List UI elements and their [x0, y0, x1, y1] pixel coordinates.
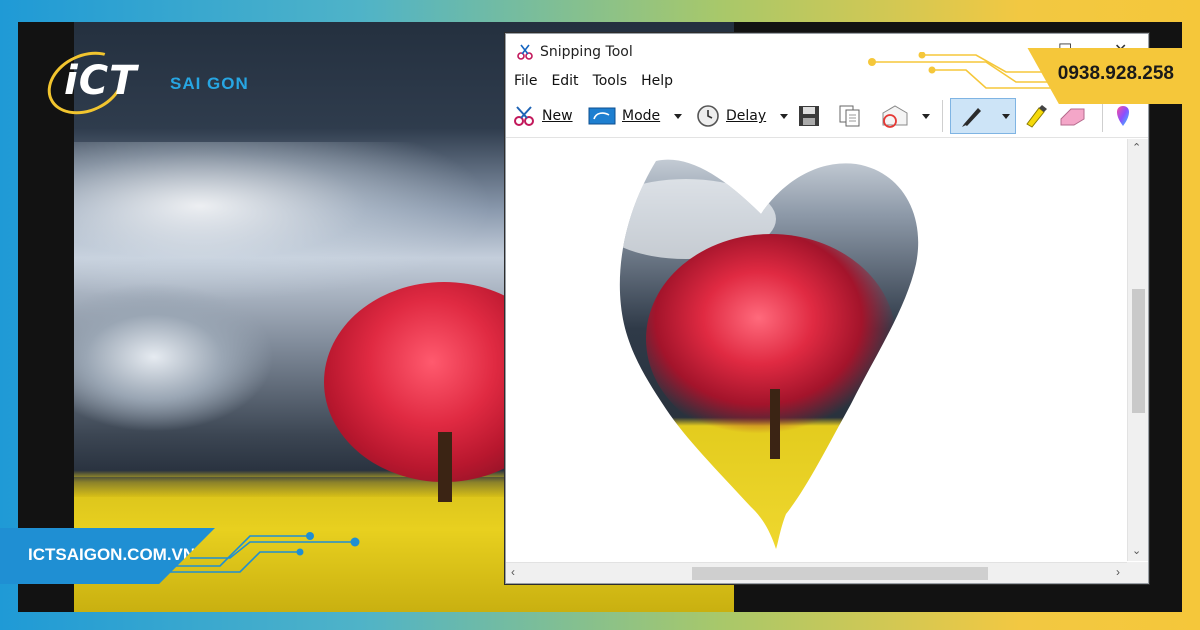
delay-dropdown-icon[interactable]: [780, 113, 789, 119]
save-button[interactable]: [798, 102, 820, 130]
cloud: [74, 282, 274, 432]
menu-help[interactable]: Help: [641, 70, 673, 94]
eraser-icon: [1060, 108, 1085, 126]
snipping-tool-window: Snipping Tool ☐ ✕ File Edit Tools Help N…: [505, 33, 1149, 584]
logo-sub: SAI GON: [170, 74, 249, 93]
scroll-corner: [1127, 562, 1148, 583]
new-label: New: [542, 108, 573, 124]
mode-button[interactable]: Mode: [588, 102, 683, 130]
menu-file[interactable]: File: [514, 70, 537, 94]
scroll-right-icon[interactable]: ›: [1116, 565, 1120, 579]
sky-light: [74, 142, 494, 302]
heart-snip-image: [619, 159, 919, 550]
logo-main: iCT: [64, 58, 138, 104]
vertical-scrollbar[interactable]: ⌃ ⌄: [1127, 139, 1148, 561]
pen-icon: [962, 108, 981, 127]
toolbar-separator: [1102, 100, 1103, 132]
highlighter-button[interactable]: [1022, 102, 1048, 130]
copy-icon: [839, 105, 860, 127]
mode-label: Mode: [622, 108, 661, 124]
highlighter-icon: [1026, 105, 1047, 128]
toolbar: New Mode Delay: [506, 94, 1148, 138]
copy-button[interactable]: [838, 102, 862, 130]
window-title: Snipping Tool: [540, 44, 633, 60]
scroll-up-icon[interactable]: ⌃: [1132, 141, 1141, 154]
save-icon: [799, 106, 819, 126]
toolbar-separator: [942, 100, 943, 132]
scroll-down-icon[interactable]: ⌄: [1132, 544, 1141, 557]
new-button[interactable]: New: [512, 102, 573, 130]
vertical-scroll-thumb[interactable]: [1132, 289, 1145, 413]
menu-tools[interactable]: Tools: [593, 70, 628, 94]
delay-button[interactable]: Delay: [696, 102, 789, 130]
send-icon: [882, 105, 908, 128]
horizontal-scroll-thumb[interactable]: [692, 567, 988, 580]
paint3d-button[interactable]: [1112, 102, 1134, 130]
send-dropdown-icon[interactable]: [922, 113, 930, 119]
circuit-decoration-top: [868, 52, 1056, 89]
paint3d-icon: [1116, 106, 1130, 126]
mode-dropdown-icon[interactable]: [674, 113, 683, 119]
scissors-icon: [514, 106, 534, 126]
phone-number: 0938.928.258: [1057, 63, 1174, 84]
snip-canvas[interactable]: [506, 139, 1128, 561]
scissors-icon: [517, 44, 533, 60]
pen-tool[interactable]: [960, 102, 984, 130]
clock-icon: [697, 105, 719, 127]
scroll-left-icon[interactable]: ‹: [511, 565, 515, 579]
eraser-button[interactable]: [1058, 102, 1086, 130]
delay-label: Delay: [726, 108, 767, 124]
mode-icon: [588, 107, 616, 125]
horizontal-scrollbar[interactable]: ‹ ›: [506, 562, 1128, 583]
menu-edit[interactable]: Edit: [551, 70, 578, 94]
ict-logo: iCT SAI GON: [37, 39, 262, 127]
website-url: ICTSAIGON.COM.VN: [28, 545, 196, 564]
send-button[interactable]: [880, 102, 930, 130]
pen-dropdown-icon[interactable]: [1002, 114, 1010, 119]
